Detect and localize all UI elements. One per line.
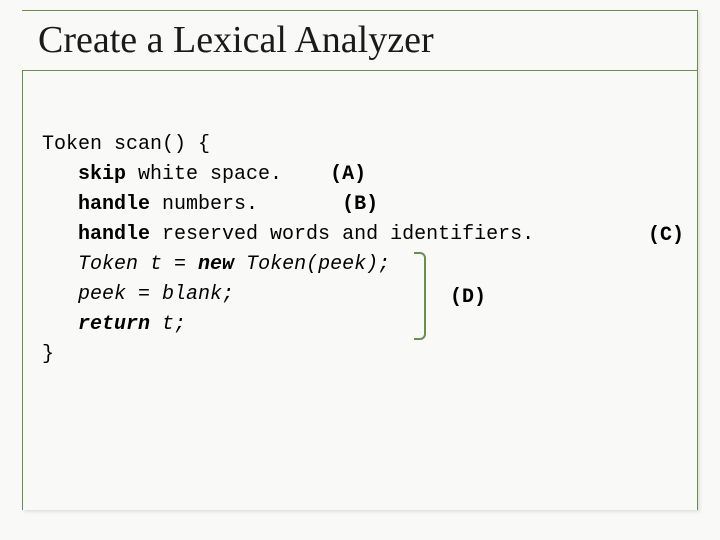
txt-4b: reserved words and identifiers. (150, 223, 534, 246)
txt-3b: numbers. (150, 193, 342, 216)
code-line-6: peek = blank; (78, 283, 234, 306)
kw-handle-1: handle (78, 193, 150, 216)
code-line-7b: t; (150, 313, 186, 336)
txt-2b: white space. (126, 163, 330, 186)
code-line-1: Token scan() { (42, 133, 210, 156)
kw-new: new (198, 253, 234, 276)
annotation-d: (D) (450, 286, 486, 309)
ann-b: (B) (342, 193, 378, 216)
title-underline (22, 70, 698, 71)
kw-handle-2: handle (78, 223, 150, 246)
slide-title: Create a Lexical Analyzer (38, 18, 438, 62)
bracket-d-icon (414, 252, 426, 340)
code-line-5a: Token t = (78, 253, 198, 276)
kw-return: return (78, 313, 150, 336)
code-line-8: } (42, 343, 54, 366)
kw-skip: skip (78, 163, 126, 186)
slide-frame-left (22, 70, 23, 510)
code-line-5c: Token(peek); (234, 253, 390, 276)
ann-a: (A) (330, 163, 366, 186)
annotation-c: (C) (648, 224, 684, 247)
code-block: Token scan() { skip white space. (A) han… (42, 100, 534, 370)
